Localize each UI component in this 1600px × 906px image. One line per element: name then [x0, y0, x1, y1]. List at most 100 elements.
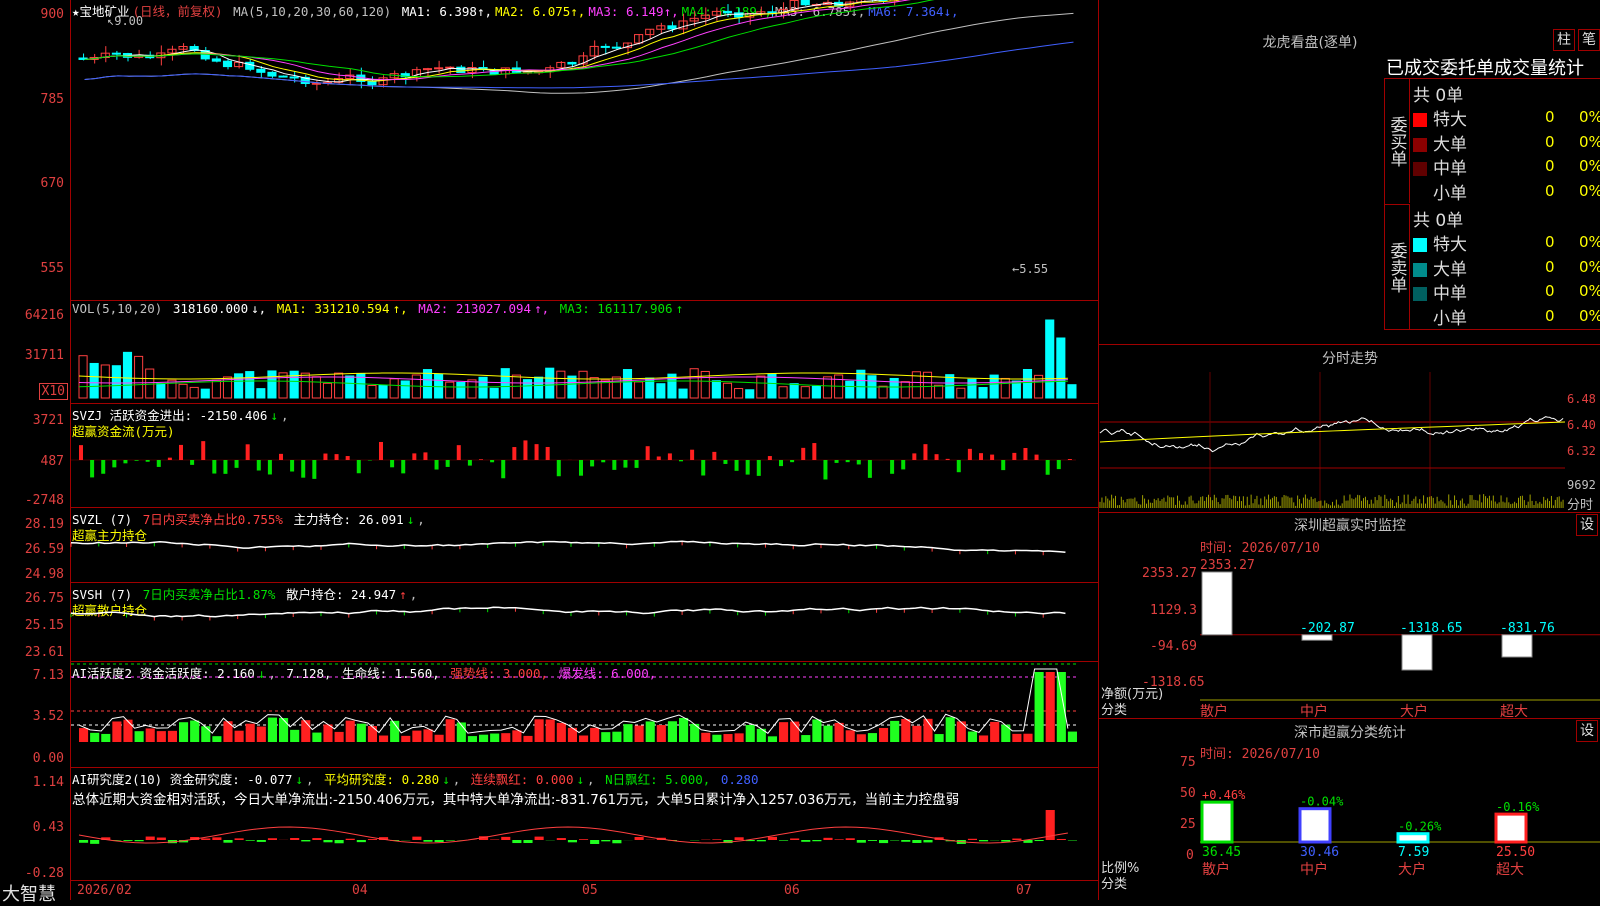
- volume-bar: [957, 388, 965, 398]
- volume-bar: [979, 388, 987, 398]
- flow-bar: [490, 460, 494, 462]
- activity-bar: [968, 731, 977, 742]
- activity-bar: [712, 735, 721, 742]
- activity-bar: [157, 731, 166, 742]
- app-brand[interactable]: 大智慧: [2, 880, 56, 906]
- monitor-settings-button[interactable]: 设: [1576, 514, 1598, 536]
- candlestick-chart[interactable]: [71, 18, 1098, 298]
- volume-bar: [246, 372, 254, 398]
- dragon-subtitle: 已成交委托单成交量统计: [1386, 54, 1584, 80]
- ratio-change-label: -0.16%: [1496, 800, 1540, 814]
- tab-tick-view[interactable]: 笔: [1578, 29, 1600, 51]
- flow-bar: [346, 456, 350, 460]
- net-amount-label: 2353.27: [1200, 558, 1255, 573]
- net-amount-bar[interactable]: [1402, 635, 1432, 670]
- buy-total: 共 0单: [1413, 81, 1463, 106]
- classify-title: 深市超赢分类统计: [1100, 722, 1600, 742]
- research-bar: [423, 840, 432, 842]
- activity-bar: [279, 718, 288, 742]
- flow-bar: [690, 450, 694, 460]
- research-bar: [568, 840, 577, 842]
- flow-bar: [179, 445, 183, 460]
- category-label: 超大: [1496, 862, 1524, 878]
- activity-bar: [1057, 672, 1066, 742]
- volume-bar: [690, 369, 698, 398]
- classify-bar-chart[interactable]: +0.46%36.45散户-0.04%30.46中户-0.26%7.59大户-0…: [1200, 760, 1600, 900]
- volume-bar: [268, 371, 276, 398]
- research-bar: [512, 840, 521, 843]
- flow-bar: [623, 460, 627, 468]
- ratio-change-label: -0.26%: [1398, 820, 1442, 834]
- high-price-marker: ↖9.00: [107, 14, 143, 28]
- flow-bar: [323, 454, 327, 460]
- buy-row-label: 小单: [1433, 184, 1467, 204]
- volume-bar: [579, 371, 587, 398]
- volume-bar: [523, 380, 531, 398]
- volume-bar: [657, 384, 665, 398]
- volume-bar: [435, 374, 443, 398]
- activity-bar: [1068, 732, 1077, 742]
- candle-body: [268, 72, 276, 76]
- ratio-bar[interactable]: [1398, 834, 1428, 842]
- ratio-change-label: -0.04%: [1300, 795, 1344, 809]
- volume-header: VOL(5,10,20) 318160.000↓, MA1: 331210.59…: [72, 301, 686, 316]
- activity-bar: [168, 731, 177, 742]
- volume-bar: [112, 366, 120, 398]
- sell-row-label: 中单: [1433, 284, 1467, 304]
- classify-axis-tick: 0: [1186, 848, 1194, 863]
- ma-item-3: MA3: 6.149↑,: [588, 4, 678, 19]
- ratio-bar[interactable]: [1496, 814, 1526, 842]
- activity-bar: [623, 724, 632, 742]
- net-amount-bar[interactable]: [1202, 572, 1232, 635]
- activity-bar: [879, 728, 888, 742]
- research-bar: [768, 837, 777, 840]
- volume-bar: [623, 370, 631, 398]
- flow-bar: [401, 460, 405, 473]
- vol-ma2: MA2: 213027.094: [418, 301, 531, 316]
- activity-bar: [535, 719, 544, 742]
- intraday-vol-label: 分时: [1567, 494, 1593, 513]
- flow-bar: [912, 453, 916, 460]
- research-bar: [412, 837, 421, 840]
- activity-bar: [546, 719, 555, 742]
- axis-tick: 670: [41, 176, 64, 191]
- activity-bar: [101, 734, 110, 742]
- category-label: 大户: [1398, 861, 1426, 878]
- flow-bar: [701, 460, 705, 475]
- buy-side-text: 委买单: [1385, 116, 1410, 167]
- monitor-time: 时间: 2026/07/10: [1200, 537, 1320, 556]
- research-bar: [157, 838, 166, 840]
- volume-bar: [1057, 338, 1065, 398]
- net-amount-bar[interactable]: [1502, 635, 1532, 657]
- activity-bar: [857, 734, 866, 742]
- ratio-bar[interactable]: [1202, 802, 1232, 842]
- category-label: 散户: [1202, 861, 1230, 878]
- research-bar: [1057, 839, 1066, 840]
- intraday-chart[interactable]: [1100, 372, 1565, 510]
- flow-bar: [212, 460, 216, 474]
- ratio-bar[interactable]: [1300, 809, 1330, 842]
- flow-bar: [1068, 459, 1072, 460]
- flow-bar: [546, 447, 550, 460]
- date-axis: 2026/02 04 05 06 07: [71, 880, 1098, 901]
- research-bar: [290, 838, 299, 840]
- monitor-bar-chart[interactable]: 2353.27散户-202.87中户-1318.65大户-831.76超大: [1200, 560, 1600, 715]
- volume-bar: [968, 379, 976, 398]
- flow-bar: [723, 460, 727, 464]
- axis-tick: 24.98: [25, 567, 64, 582]
- intraday-vol-tick: 9692: [1567, 478, 1596, 492]
- moving-average-line: [85, 13, 1074, 93]
- volume-bar: [457, 382, 465, 398]
- flow-bar: [923, 444, 927, 460]
- axis-tick: 3721: [33, 413, 64, 428]
- svzj-bars: [71, 404, 1098, 504]
- volume-bar: [135, 356, 143, 398]
- flow-bar: [1023, 448, 1027, 460]
- classify-settings-button[interactable]: 设: [1576, 720, 1598, 742]
- flow-bar: [357, 460, 361, 473]
- research-bar: [912, 840, 921, 843]
- tab-bar-view[interactable]: 柱: [1553, 29, 1575, 51]
- period-tag[interactable]: (日线，前复权): [133, 4, 223, 19]
- sell-row-label: 特大: [1433, 235, 1467, 255]
- volume-bar: [312, 377, 320, 398]
